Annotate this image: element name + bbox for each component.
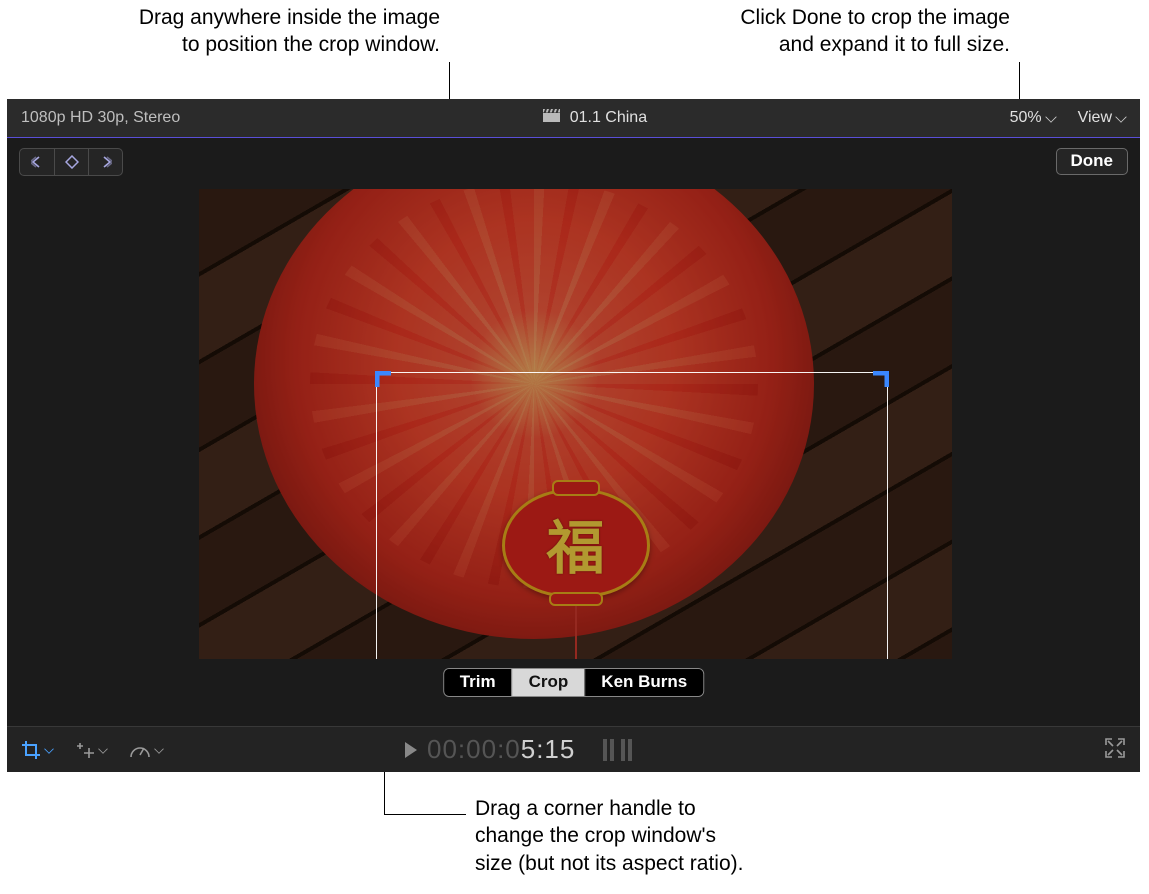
timecode-display[interactable]: 00:00:05:15 [427,734,575,765]
current-frame-button[interactable] [54,149,88,175]
bottom-toolbar: 00:00:05:15 [7,726,1140,772]
callout-crop-position: Drag anywhere inside the image to positi… [40,4,440,59]
zoom-label: 50% [1010,109,1042,127]
clapperboard-icon [543,109,560,127]
timecode-dim: 00:00:0 [427,734,521,764]
callout-text: Click Done to crop the image and expand … [740,6,1010,56]
segment-label: Crop [529,672,569,691]
segment-ken-burns[interactable]: Ken Burns [584,669,703,696]
crop-window[interactable] [377,373,887,659]
callout-done-hint: Click Done to crop the image and expand … [640,4,1010,59]
done-label: Done [1071,151,1114,170]
playhead-area: 00:00:05:15 [405,727,632,772]
callout-text: Drag anywhere inside the image to positi… [139,6,440,56]
chevron-down-icon [154,744,164,754]
segment-trim[interactable]: Trim [444,669,512,696]
clip-info: 01.1 China [543,109,647,127]
frame-nav-buttons [19,148,123,176]
speedometer-icon [129,741,151,759]
crop-handle-top-right[interactable] [869,371,889,391]
segment-crop[interactable]: Crop [512,669,585,696]
crop-handle-top-left[interactable] [375,371,395,391]
chevron-down-icon [44,744,54,754]
retime-tool-dropdown[interactable] [129,741,163,759]
zoom-dropdown[interactable]: 50% [1010,109,1056,127]
crop-mode-segment-control: Trim Crop Ken Burns [443,668,705,697]
crop-tool-dropdown[interactable] [21,740,53,760]
chevron-down-icon [1115,111,1126,122]
prev-frame-button[interactable] [20,149,54,175]
sparkle-icon [75,740,95,760]
callout-text: Drag a corner handle to change the crop … [475,797,743,875]
fullscreen-button[interactable] [1104,737,1126,764]
view-label: View [1078,109,1112,127]
audio-meter-icon [603,739,632,761]
leader-line [384,814,466,815]
chevron-down-icon [98,744,108,754]
clip-name-label: 01.1 China [570,109,647,127]
effects-tool-dropdown[interactable] [75,740,107,760]
viewer-window: 1080p HD 30p, Stereo 01.1 China 50% View [7,99,1140,772]
view-dropdown[interactable]: View [1078,109,1126,127]
timecode-bright: 5:15 [521,734,576,764]
segment-label: Trim [460,672,496,691]
next-frame-button[interactable] [88,149,122,175]
divider-line [7,137,1140,138]
video-viewer: 福 [199,189,952,659]
done-button[interactable]: Done [1056,148,1129,175]
format-info-label: 1080p HD 30p, Stereo [21,109,180,127]
title-bar: 1080p HD 30p, Stereo 01.1 China 50% View [7,99,1140,137]
chevron-down-icon [1045,111,1056,122]
callout-corner-hint: Drag a corner handle to change the crop … [475,795,805,877]
expand-icon [1104,737,1126,759]
crop-icon [21,740,41,760]
segment-label: Ken Burns [601,672,687,691]
play-button[interactable] [405,742,417,758]
